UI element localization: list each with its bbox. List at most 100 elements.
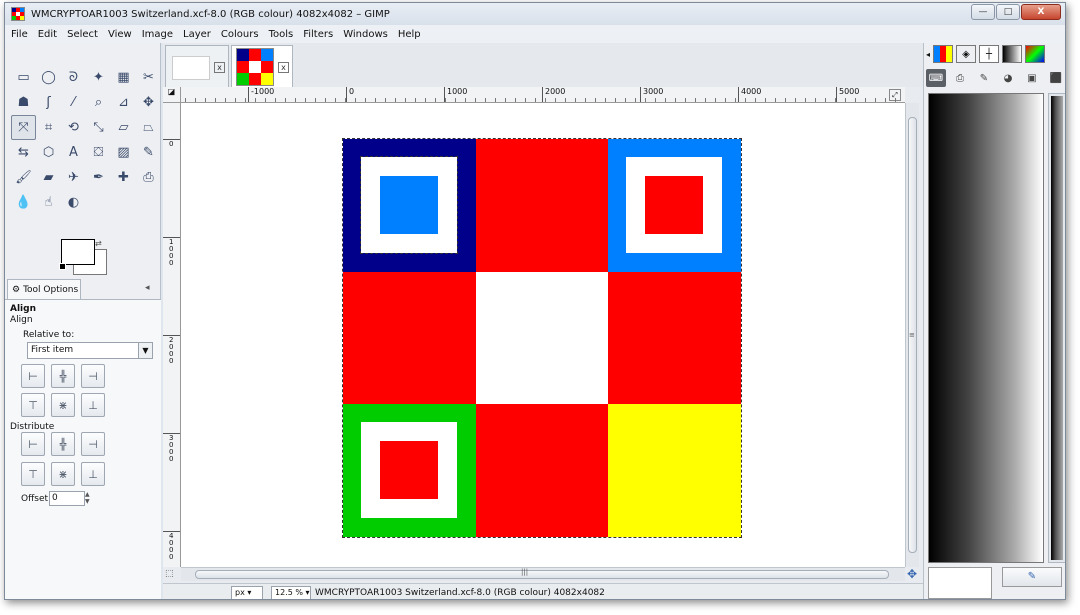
flip-tool-button[interactable]: ⇆ (11, 140, 36, 165)
unit-select[interactable]: px ▾ (231, 585, 263, 599)
dock-preview-box[interactable] (928, 567, 992, 599)
shear-tool-button[interactable]: ▱ (111, 115, 136, 140)
blur-tool-button[interactable]: 💧 (11, 190, 36, 215)
move-tool-button[interactable]: ✥ (136, 90, 161, 115)
fg-bg-colors[interactable]: ⇄ (59, 239, 109, 279)
tab-images[interactable]: ▣ (1022, 69, 1042, 87)
tab-menu-icon[interactable]: ◂ (145, 283, 150, 293)
dock-scrollbar[interactable] (1048, 93, 1065, 563)
menu-view[interactable]: View (108, 29, 132, 40)
clone-tool-button[interactable]: ⎙ (136, 165, 161, 190)
horizontal-ruler[interactable]: ⤢ -1000 0 1000 2000 3000 4000 5000 (181, 87, 905, 103)
image-tab-switzerland[interactable]: x (231, 45, 293, 87)
palette-icon[interactable] (1025, 45, 1046, 63)
image-tab-blank[interactable]: x (165, 45, 229, 87)
align-center-button[interactable]: ╬ (51, 364, 75, 388)
scissors-select-tool-button[interactable]: ✂ (136, 65, 161, 90)
horizontal-scrollbar[interactable]: ||| (181, 567, 905, 581)
tab-more[interactable]: ⬛ (1046, 69, 1065, 87)
swap-colors-icon[interactable]: ⇄ (95, 239, 102, 248)
pattern-icon[interactable]: ┼ (979, 45, 1000, 63)
tab-colors[interactable]: ◕ (998, 69, 1018, 87)
free-select-tool-button[interactable]: ᘐ (61, 65, 86, 90)
heal-tool-button[interactable]: ✚ (111, 165, 136, 190)
text-tool-button[interactable]: A (61, 140, 86, 165)
smudge-tool-button[interactable]: ☝ (36, 190, 61, 215)
color-select-tool-button[interactable]: ▦ (111, 65, 136, 90)
perspective-tool-button[interactable]: ⏢ (136, 115, 161, 140)
pencil-tool-button[interactable]: ✎ (136, 140, 161, 165)
default-colors-icon[interactable] (59, 263, 66, 270)
color-picker-tool-button[interactable]: ⁄ (61, 90, 86, 115)
zoom-select[interactable]: 12.5 % ▾ (271, 585, 311, 599)
distribute-bottom-button[interactable]: ⊥ (81, 462, 105, 486)
eraser-tool-button[interactable]: ▰ (36, 165, 61, 190)
navigate-icon[interactable]: ✥ (905, 567, 919, 581)
rotate-tool-button[interactable]: ⟲ (61, 115, 86, 140)
ink-tool-button[interactable]: ✒ (86, 165, 111, 190)
tab-printer[interactable]: ⎙ (950, 69, 970, 87)
vertical-scrollbar[interactable]: ≡ (905, 103, 919, 567)
menu-filters[interactable]: Filters (303, 29, 333, 40)
distribute-left-button[interactable]: ⊢ (21, 432, 45, 456)
align-bottom-button[interactable]: ⊥ (81, 393, 105, 417)
menu-help[interactable]: Help (398, 29, 421, 40)
cage-transform-tool-button[interactable]: ⬡ (36, 140, 61, 165)
tab-device-status[interactable]: ⌨ (926, 69, 946, 87)
tab-tool-options[interactable]: ⚙ Tool Options (7, 279, 81, 299)
menu-tools[interactable]: Tools (269, 29, 294, 40)
tab-brushes[interactable]: ✎ (974, 69, 994, 87)
paths-tool-button[interactable]: ʃ (36, 90, 61, 115)
distribute-top-button[interactable]: ⊤ (21, 462, 45, 486)
brush-icon[interactable]: ◈ (956, 45, 977, 63)
foreground-select-tool-button[interactable]: ☗ (11, 90, 36, 115)
ellipse-select-tool-button[interactable]: ◯ (36, 65, 61, 90)
close-button[interactable]: X (1021, 4, 1061, 20)
relative-to-dropdown[interactable]: First item ▼ (27, 342, 153, 359)
distribute-right-button[interactable]: ⊣ (81, 432, 105, 456)
align-tool-button[interactable]: ⤧ (11, 115, 36, 140)
edit-button[interactable]: ✎ (1002, 567, 1062, 587)
close-icon[interactable]: x (278, 62, 289, 73)
foreground-color-swatch[interactable] (61, 239, 95, 265)
gradient-icon[interactable] (1002, 45, 1023, 63)
offset-input[interactable]: 0 (49, 491, 85, 506)
blend-tool-button[interactable]: ▨ (111, 140, 136, 165)
distribute-center-button[interactable]: ╬ (51, 432, 75, 456)
align-top-button[interactable]: ⊤ (21, 393, 45, 417)
scale-tool-button[interactable]: ⤡ (86, 115, 111, 140)
quick-mask-icon[interactable]: ⬚ (165, 569, 174, 579)
minimize-button[interactable]: — (971, 4, 995, 20)
dock-menu-icon[interactable]: ◂ (926, 50, 930, 59)
horizontal-scroll-thumb[interactable] (195, 570, 889, 579)
menu-windows[interactable]: Windows (343, 29, 388, 40)
measure-tool-button[interactable]: ⊿ (111, 90, 136, 115)
rect-select-tool-button[interactable]: ▭ (11, 65, 36, 90)
align-middle-button[interactable]: ⋇ (51, 393, 75, 417)
menu-image[interactable]: Image (142, 29, 173, 40)
distribute-middle-button[interactable]: ⋇ (51, 462, 75, 486)
crop-tool-button[interactable]: ⌗ (36, 115, 61, 140)
offset-spin-icon[interactable]: ▲ ▼ (85, 491, 93, 506)
bucket-fill-tool-button[interactable]: ⛋ (86, 140, 111, 165)
align-left-button[interactable]: ⊢ (21, 364, 45, 388)
menu-edit[interactable]: Edit (38, 29, 57, 40)
fuzzy-select-tool-button[interactable]: ✦ (86, 65, 111, 90)
airbrush-tool-button[interactable]: ✈ (61, 165, 86, 190)
menu-select[interactable]: Select (67, 29, 98, 40)
menu-colours[interactable]: Colours (221, 29, 259, 40)
image-viewport[interactable] (181, 103, 905, 567)
dodge-burn-tool-button[interactable]: ◐ (61, 190, 86, 215)
image-canvas[interactable] (342, 138, 742, 538)
menu-file[interactable]: File (11, 29, 28, 40)
paintbrush-tool-button[interactable]: 🖌 (11, 165, 36, 190)
image-thumbnail-icon[interactable] (933, 45, 954, 63)
vertical-ruler[interactable]: 0 1000 2000 3000 4000 (163, 103, 181, 567)
close-icon[interactable]: x (214, 62, 225, 73)
gradient-preview[interactable] (928, 93, 1044, 563)
ruler-corner[interactable]: ◪ (163, 87, 181, 103)
dock-scroll-thumb[interactable] (1051, 96, 1063, 560)
menu-layer[interactable]: Layer (183, 29, 211, 40)
align-right-button[interactable]: ⊣ (81, 364, 105, 388)
maximize-button[interactable]: □ (996, 4, 1020, 20)
